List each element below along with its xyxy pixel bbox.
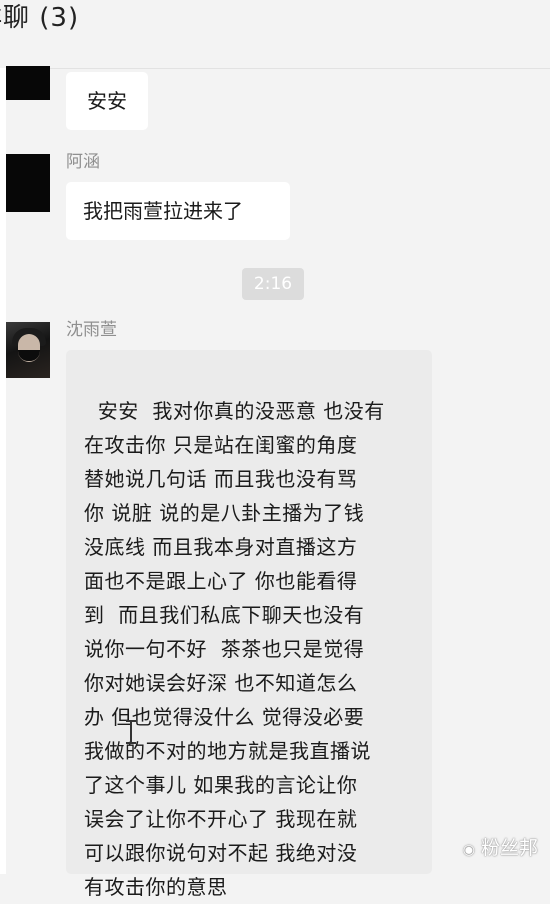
avatar[interactable] xyxy=(6,154,50,212)
sender-name: 沈雨萱 xyxy=(66,320,117,340)
watermark: ◉ 粉丝邦 xyxy=(463,833,538,860)
watermark-text: 粉丝邦 xyxy=(480,837,538,859)
chat-title: 群聊 (3) xyxy=(0,3,80,33)
message-text: 安安 我对你真的没恶意 也没有 在攻击你 只是站在闺蜜的角度 替她说几句话 而且… xyxy=(84,399,385,899)
message-bubble[interactable]: 安安 我对你真的没恶意 也没有 在攻击你 只是站在闺蜜的角度 替她说几句话 而且… xyxy=(66,350,432,899)
message-bubble[interactable]: 安安 xyxy=(66,72,148,130)
timestamp: 2:16 xyxy=(242,268,304,300)
sender-name: 阿涵 xyxy=(66,152,100,172)
avatar[interactable] xyxy=(6,322,50,378)
watermark-logo-icon: ◉ xyxy=(462,842,475,858)
avatar[interactable] xyxy=(6,66,50,100)
text-cursor-icon xyxy=(126,720,136,744)
message-text: 安安 xyxy=(87,89,127,113)
chat-header: 群聊 (3) xyxy=(0,0,550,69)
message-bubble[interactable]: 我把雨萱拉进来了 xyxy=(66,182,290,240)
message-text: 我把雨萱拉进来了 xyxy=(83,199,243,223)
